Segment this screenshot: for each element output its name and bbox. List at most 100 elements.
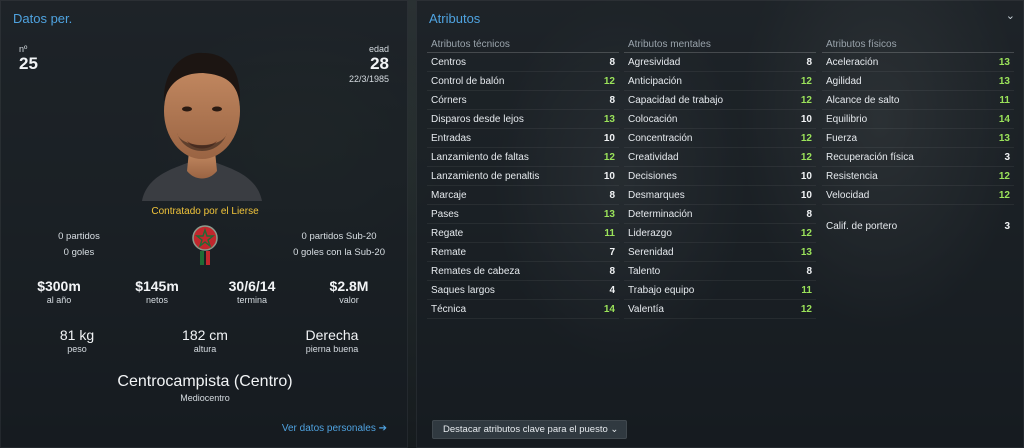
attribute-name: Agilidad — [826, 75, 862, 87]
attribute-name: Talento — [628, 265, 661, 277]
attribute-row[interactable]: Regate 11 — [427, 224, 619, 243]
attribute-name: Lanzamiento de penaltis — [431, 170, 540, 182]
attribute-row[interactable]: Fuerza 13 — [822, 129, 1014, 148]
attribute-row[interactable]: Control de balón 12 — [427, 72, 619, 91]
player-value: $2.8M valor — [304, 278, 394, 305]
attribute-name: Anticipación — [628, 75, 682, 87]
attribute-name: Remates de cabeza — [431, 265, 520, 277]
attribute-value: 13 — [998, 56, 1010, 68]
attribute-value: 12 — [800, 151, 812, 163]
button-label: Destacar atributos clave para el puesto — [443, 424, 608, 435]
attribute-name: Córners — [431, 94, 467, 106]
attribute-name: Remate — [431, 246, 467, 258]
contract-value: 30/6/14 — [228, 278, 276, 294]
attribute-row[interactable]: Concentración 12 — [624, 129, 816, 148]
attribute-row[interactable]: Capacidad de trabajo 12 — [624, 91, 816, 110]
senior-caps: 0 partidos 0 goles — [49, 229, 109, 261]
height: 182 cm altura — [155, 327, 255, 354]
attribute-name: Valentía — [628, 303, 664, 315]
panel-title-personal[interactable]: Datos per. — [13, 11, 72, 26]
attribute-row[interactable]: Lanzamiento de faltas 12 — [427, 148, 619, 167]
attribute-row[interactable]: Resistencia 12 — [822, 167, 1014, 186]
attribute-value: 12 — [998, 189, 1010, 201]
attribute-value: 8 — [609, 56, 615, 68]
attribute-row[interactable]: Lanzamiento de penaltis 10 — [427, 167, 619, 186]
attribute-row[interactable]: Desmarques 10 — [624, 186, 816, 205]
morocco-flag-icon[interactable] — [192, 225, 218, 265]
attribute-row[interactable]: Valentía 12 — [624, 300, 816, 319]
attribute-row[interactable]: Velocidad 12 — [822, 186, 1014, 205]
squad-number-label: nº — [19, 44, 28, 54]
attribute-value: 10 — [603, 132, 615, 144]
player-position: Centrocampista (Centro) Mediocentro — [1, 373, 409, 403]
attribute-row[interactable]: Talento 8 — [624, 262, 816, 281]
physical-value: 182 cm — [182, 327, 228, 343]
panel-title-attributes[interactable]: Atributos — [429, 11, 480, 26]
attribute-row[interactable]: Pases 13 — [427, 205, 619, 224]
contract-label: netos — [145, 295, 169, 305]
attribute-value: 3 — [1004, 151, 1010, 163]
physical-label: altura — [193, 344, 217, 354]
u20-matches: 0 partidos Sub-20 — [301, 231, 377, 242]
attribute-row[interactable]: Colocación 10 — [624, 110, 816, 129]
contract-label: al año — [46, 295, 72, 305]
attribute-row[interactable]: Creatividad 12 — [624, 148, 816, 167]
weight: 81 kg peso — [27, 327, 127, 354]
attribute-row[interactable]: Recuperación física 3 — [822, 148, 1014, 167]
attribute-value: 8 — [609, 265, 615, 277]
attribute-name: Colocación — [628, 113, 678, 125]
caps-goals: 0 goles — [63, 247, 95, 258]
position-main: Centrocampista (Centro) — [117, 373, 293, 390]
contract-label: valor — [339, 295, 359, 305]
attribute-row[interactable]: Serenidad 13 — [624, 243, 816, 262]
attribute-value: 12 — [800, 75, 812, 87]
attribute-value: 12 — [800, 303, 812, 315]
wage-gross: $300m al año — [14, 278, 104, 305]
attribute-value: 11 — [604, 227, 615, 239]
chevron-down-icon[interactable]: ⌄ — [1006, 9, 1015, 22]
attribute-value: 4 — [609, 284, 615, 296]
attribute-name: Velocidad — [826, 189, 870, 201]
attribute-row[interactable]: Decisiones 10 — [624, 167, 816, 186]
attributes-panel: Atributos ⌄ Atributos técnicos Centros 8 C… — [416, 0, 1024, 448]
attribute-name: Capacidad de trabajo — [628, 94, 724, 106]
physical-label: pierna buena — [305, 344, 359, 354]
attribute-value: 12 — [800, 132, 812, 144]
attribute-row[interactable]: Agilidad 13 — [822, 72, 1014, 91]
attribute-row[interactable]: Determinación 8 — [624, 205, 816, 224]
mental-attributes-column: Atributos mentales Agresividad 8 Anticipac… — [624, 37, 816, 319]
attribute-name: Agresividad — [628, 56, 681, 68]
attribute-name: Saques largos — [431, 284, 495, 296]
attribute-row[interactable]: Trabajo equipo 11 — [624, 281, 816, 300]
column-header: Atributos físicos — [822, 37, 1014, 53]
u20-goals: 0 goles con la Sub-20 — [293, 247, 385, 258]
attribute-row[interactable]: Aceleración 13 — [822, 53, 1014, 72]
attribute-value: 12 — [800, 227, 812, 239]
preferred-foot: Derecha pierna buena — [282, 327, 382, 354]
attribute-row[interactable]: Entradas 10 — [427, 129, 619, 148]
attribute-name: Calif. de portero — [826, 221, 898, 232]
attribute-row[interactable]: Remate 7 — [427, 243, 619, 262]
attribute-row[interactable]: Córners 8 — [427, 91, 619, 110]
attribute-row[interactable]: Liderazgo 12 — [624, 224, 816, 243]
goalkeeper-rating-row[interactable]: Calif. de portero 3 — [822, 217, 1014, 236]
arrow-right-icon: ➔ — [378, 423, 387, 434]
attribute-row[interactable]: Anticipación 12 — [624, 72, 816, 91]
attribute-row[interactable]: Agresividad 8 — [624, 53, 816, 72]
view-personal-details-link[interactable]: Ver datos personales ➔ — [282, 423, 387, 434]
attribute-name: Liderazgo — [628, 227, 672, 239]
physical-value: Derecha — [305, 327, 359, 343]
attribute-row[interactable]: Alcance de salto 11 — [822, 91, 1014, 110]
highlight-key-attributes-button[interactable]: Destacar atributos clave para el puesto … — [432, 420, 628, 439]
attribute-row[interactable]: Remates de cabeza 8 — [427, 262, 619, 281]
attribute-row[interactable]: Equilibrio 14 — [822, 110, 1014, 129]
attribute-value: 13 — [603, 113, 615, 125]
attribute-name: Equilibrio — [826, 113, 868, 125]
attribute-row[interactable]: Marcaje 8 — [427, 186, 619, 205]
age-value: 28 — [370, 54, 389, 73]
attribute-row[interactable]: Disparos desde lejos 13 — [427, 110, 619, 129]
attribute-row[interactable]: Centros 8 — [427, 53, 619, 72]
attribute-row[interactable]: Saques largos 4 — [427, 281, 619, 300]
attribute-name: Entradas — [431, 132, 472, 144]
attribute-row[interactable]: Técnica 14 — [427, 300, 619, 319]
